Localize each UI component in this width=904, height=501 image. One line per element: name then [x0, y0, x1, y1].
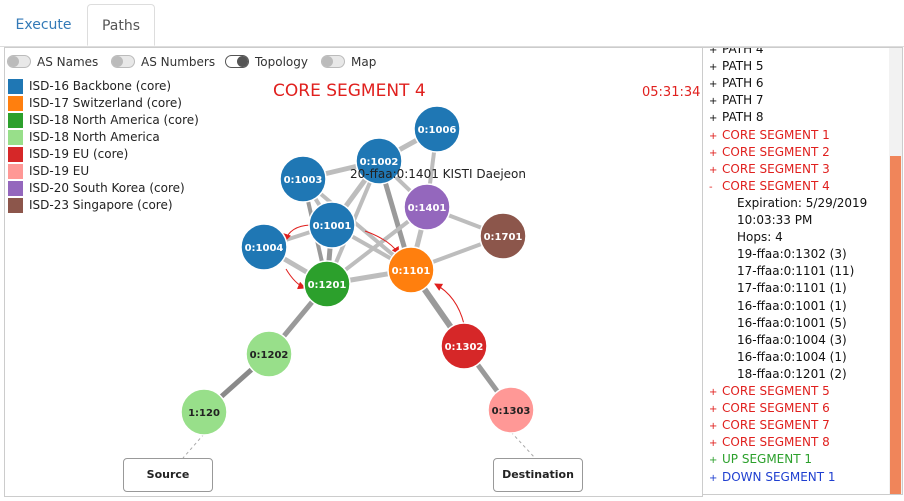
segment-detail: 19-ffaa:0:1302 (3)	[737, 247, 847, 262]
tree-row[interactable]: + PATH 6	[709, 75, 764, 92]
tree-row[interactable]: + PATH 4	[709, 47, 764, 58]
graph-node[interactable]: 0:1006	[413, 105, 461, 153]
expand-icon[interactable]: +	[709, 384, 722, 401]
node-label: 1:120	[188, 408, 220, 419]
tree-row[interactable]: + UP SEGMENT 1	[709, 451, 812, 468]
node-label: 0:1303	[492, 406, 531, 417]
segment-detail: 16-ffaa:0:1004 (1)	[737, 349, 847, 364]
source-box[interactable]: Source	[123, 458, 213, 492]
path-arrow	[434, 283, 465, 325]
graph-node[interactable]: 0:1202	[245, 330, 293, 378]
node-label: 0:1202	[250, 350, 289, 361]
tree-row-label: PATH 4	[722, 47, 764, 56]
tree-row[interactable]: + PATH 5	[709, 58, 764, 75]
graph-node[interactable]: 0:1004	[240, 223, 288, 271]
tree-row[interactable]: + CORE SEGMENT 1	[709, 127, 830, 144]
scrollbar-thumb[interactable]	[890, 156, 901, 494]
expand-icon[interactable]: +	[709, 452, 722, 469]
tree-row-label: CORE SEGMENT 4	[722, 178, 830, 193]
expand-icon[interactable]: +	[709, 470, 722, 487]
node-label: 0:1101	[392, 266, 431, 277]
expand-icon[interactable]: +	[709, 418, 722, 435]
expand-icon[interactable]: +	[709, 93, 722, 110]
graph-node[interactable]: 0:1101	[387, 246, 435, 294]
graph-node[interactable]: 0:1001	[308, 201, 356, 249]
tree-row[interactable]: + CORE SEGMENT 2	[709, 144, 830, 161]
tree-row-label: PATH 6	[722, 76, 764, 91]
destination-box[interactable]: Destination	[493, 458, 583, 492]
tree-row-label: PATH 5	[722, 59, 764, 74]
tree-row-label: PATH 8	[722, 110, 764, 125]
paths-tree-panel: + PATH 4 + PATH 5 + PATH 6 + PATH 7 + PATH 8 + CORE…	[703, 47, 903, 495]
tab-bar: Execute Paths	[0, 0, 904, 47]
segment-detail: 10:03:33 PM	[737, 213, 813, 227]
segment-detail: 16-ffaa:0:1001 (5)	[737, 315, 847, 330]
segment-detail: Hops: 4	[737, 230, 783, 245]
node-label: 0:1701	[484, 232, 523, 243]
tree-row[interactable]: + PATH 7	[709, 92, 764, 109]
node-label: 0:1201	[308, 280, 347, 291]
expand-icon[interactable]: +	[709, 162, 722, 179]
segment-detail: 17-ffaa:0:1101 (11)	[737, 264, 855, 279]
node-label: 0:1003	[284, 175, 323, 186]
graph-node[interactable]: 0:1701	[479, 212, 527, 260]
tree-row-label: CORE SEGMENT 5	[722, 384, 830, 398]
endpoint-leader	[182, 433, 205, 459]
tree-row[interactable]: + CORE SEGMENT 5	[709, 383, 830, 400]
expand-icon[interactable]: +	[709, 76, 722, 93]
tree-row-label: UP SEGMENT 1	[722, 452, 813, 467]
node-label: 0:1401	[408, 203, 447, 214]
tree-row[interactable]: + CORE SEGMENT 8	[709, 434, 830, 451]
node-label: 0:1006	[418, 125, 457, 136]
scrollbar[interactable]	[889, 48, 902, 494]
expand-icon[interactable]: +	[709, 110, 722, 127]
tree-row-label: CORE SEGMENT 3	[722, 161, 830, 176]
tree-row-label: CORE SEGMENT 7	[722, 418, 830, 433]
node-label: 0:1302	[445, 342, 484, 353]
expand-icon[interactable]: +	[709, 128, 722, 145]
segment-detail: Expiration: 5/29/2019	[737, 195, 868, 210]
topology-graph: 0:10060:10020:10030:10010:14010:17010:10…	[180, 105, 536, 459]
expand-icon[interactable]: +	[709, 59, 722, 76]
tab-execute[interactable]: Execute	[0, 4, 87, 46]
tree-row-label: DOWN SEGMENT 1	[722, 469, 836, 484]
tree-row-label: CORE SEGMENT 2	[722, 144, 830, 159]
tree-row[interactable]: + PATH 8	[709, 109, 764, 126]
node-hover-label: 20-ffaa:0:1401 KISTI Daejeon	[350, 167, 526, 181]
tree-row-label: PATH 7	[722, 93, 764, 108]
topology-graph-panel: AS Names AS Numbers Topology Map ISD-16 …	[4, 47, 703, 497]
node-label: 0:1004	[245, 243, 284, 254]
tree-row[interactable]: + CORE SEGMENT 7	[709, 417, 830, 434]
collapse-icon[interactable]: -	[709, 179, 722, 196]
graph-node[interactable]: 0:1003	[279, 155, 327, 203]
tree-row-label: CORE SEGMENT 1	[722, 127, 830, 142]
tree-row-label: CORE SEGMENT 6	[722, 401, 830, 416]
endpoint-leader	[510, 431, 536, 459]
graph-node[interactable]: 0:1401	[403, 183, 451, 231]
tab-paths[interactable]: Paths	[87, 4, 155, 46]
tree-row[interactable]: - CORE SEGMENT 4	[709, 178, 830, 195]
tree-row-label: CORE SEGMENT 8	[722, 435, 830, 450]
tree-row[interactable]: + DOWN SEGMENT 1	[709, 469, 836, 486]
graph-node[interactable]: 0:1302	[440, 322, 488, 370]
expand-icon[interactable]: +	[709, 435, 722, 452]
graph-node[interactable]: 1:120	[180, 388, 228, 436]
graph-node[interactable]: 0:1201	[303, 260, 351, 308]
tree-row[interactable]: + CORE SEGMENT 6	[709, 400, 830, 417]
node-label: 0:1001	[313, 221, 352, 232]
segment-detail: 17-ffaa:0:1101 (1)	[737, 281, 847, 296]
expand-icon[interactable]: +	[709, 401, 722, 418]
segment-detail: 18-ffaa:0:1201 (2)	[737, 366, 847, 381]
graph-node[interactable]: 0:1303	[487, 386, 535, 434]
segment-detail: 16-ffaa:0:1001 (1)	[737, 298, 847, 313]
tree-row[interactable]: + CORE SEGMENT 3	[709, 161, 830, 178]
expand-icon[interactable]: +	[709, 145, 722, 162]
segment-detail: 16-ffaa:0:1004 (3)	[737, 332, 847, 347]
